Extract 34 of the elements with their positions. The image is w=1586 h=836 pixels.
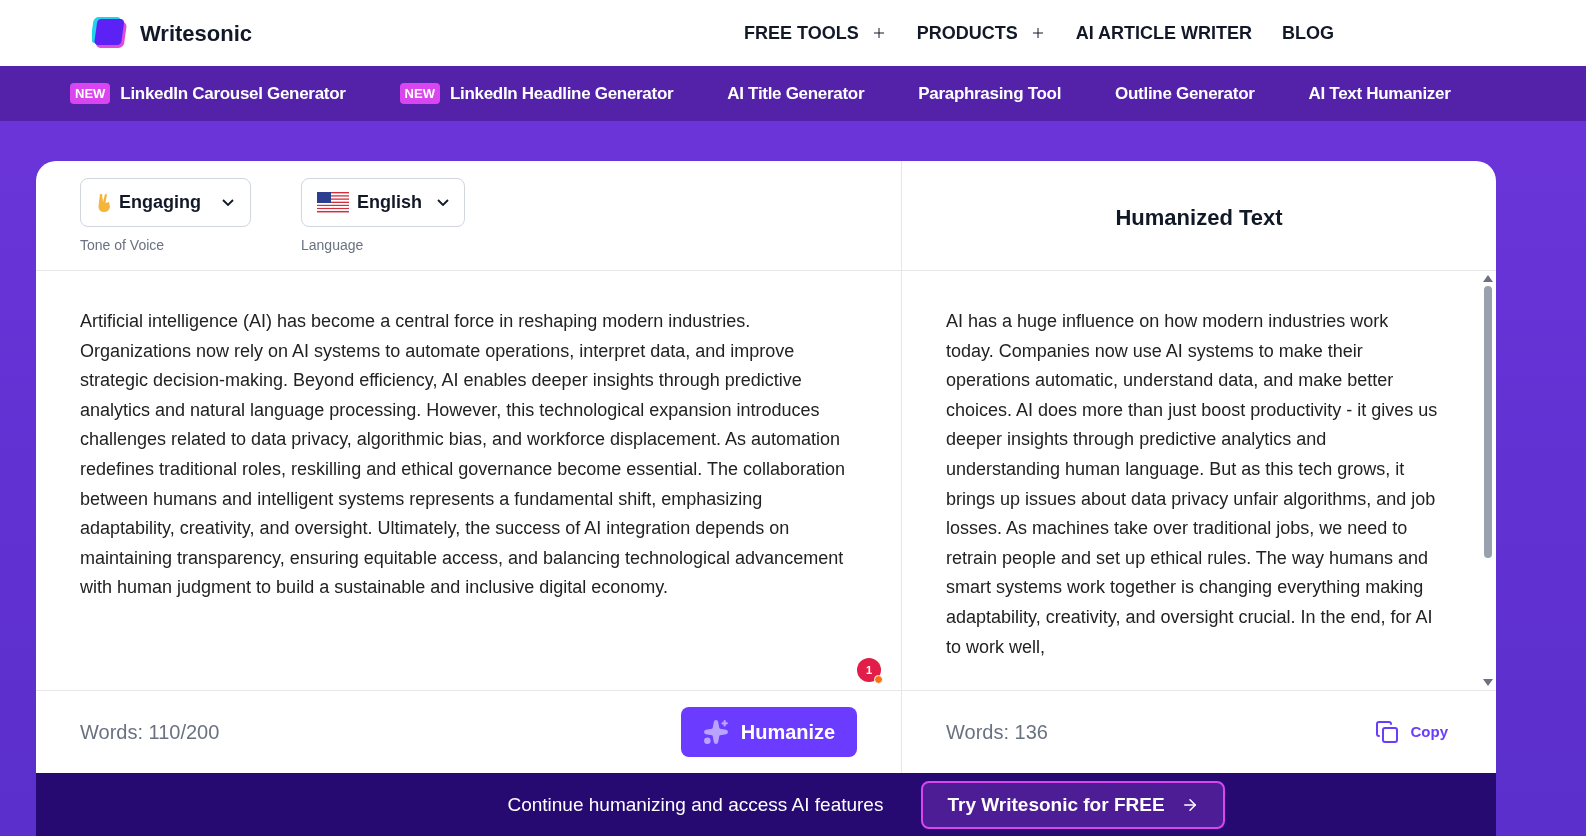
promo-link[interactable]: AI Title Generator	[727, 80, 865, 107]
issue-count-badge: 1	[857, 658, 881, 682]
language-dropdown[interactable]: English	[301, 178, 465, 227]
cta-text: Continue humanizing and access AI features	[507, 792, 884, 817]
word-count: Words: 136	[946, 720, 1048, 745]
input-text-area[interactable]: Artificial intelligence (AI) has become a central force in reshaping modern industries. Organizations now rely on AI systems to automate operations, interpret data, and improve strategic decision-making. Beyond efficiency, AI enables deeper insights through predictive analytics and natural language processing. However, this technological expansion introduces challenges related to data privacy, algorithmic bias, and workforce displacement. As automation redefines traditional roles, reskilling and ethical governance become essential. The collaboration between humans and intelligent systems represents a fundamental shift, emphasizing adaptability, creativity, and oversight. Ultimately, the success of AI integration depends on maintaining transparency, ensuring equitable access, and balancing technological advancement with human judgment to build a sustainable and inclusive digital economy.	[80, 307, 857, 603]
promo-link[interactable]: Paraphrasing Tool	[918, 80, 1062, 107]
chevron-icon	[437, 199, 449, 206]
logo-icon[interactable]	[92, 16, 128, 50]
output-text: AI has a huge influence on how modern industries work today. Companies now use AI systems to make their operations automatic, understand data, and make better choices. AI does more than just boost productivity - it gives us deeper insights through predictive analytics and understanding human language. But as this tech grows, it brings up issues about data privacy unfair algorithms, and job losses. As machines take over traditional jobs, we need to retrain people and set up ethical rules. The way humans and smart systems work together is changing everything making adaptability, creativity, and oversight crucial. In the end, for AI to work well,	[946, 310, 1439, 659]
language-caption: Language	[301, 236, 365, 255]
chevron-icon	[222, 199, 234, 206]
copy-button[interactable]: Copy	[1374, 720, 1448, 744]
nav-link[interactable]: AI ARTICLE WRITER	[1075, 19, 1252, 47]
tone-caption: Tone of Voice	[80, 236, 166, 255]
word-count: Words: 110/200	[80, 720, 220, 745]
new-badge: NEW	[70, 82, 111, 105]
promo-link[interactable]: LinkedIn Carousel Generator	[120, 80, 346, 107]
tone-dropdown[interactable]: Engaging	[80, 178, 251, 227]
sparkle-icon	[702, 719, 729, 745]
promo-link[interactable]: LinkedIn Headline Generator	[449, 80, 674, 107]
flag-icon	[317, 191, 349, 214]
panel-title: Humanized Text	[1115, 204, 1283, 232]
humanize-button[interactable]: Humanize	[681, 707, 857, 757]
try-free-button[interactable]: Try Writesonic for FREE	[921, 781, 1225, 829]
nav-link[interactable]: PRODUCTS	[916, 19, 1046, 47]
promo-link[interactable]: Outline Generator	[1115, 80, 1255, 107]
new-badge: NEW	[399, 82, 440, 105]
nav-link[interactable]: FREE TOOLS	[743, 19, 887, 47]
brand-name[interactable]: Writesonic	[140, 16, 253, 50]
nav-link[interactable]: BLOG	[1282, 19, 1334, 47]
promo-link[interactable]: AI Text Humanizer	[1308, 80, 1451, 107]
hand-icon	[97, 192, 111, 213]
copy-icon	[1374, 720, 1399, 744]
